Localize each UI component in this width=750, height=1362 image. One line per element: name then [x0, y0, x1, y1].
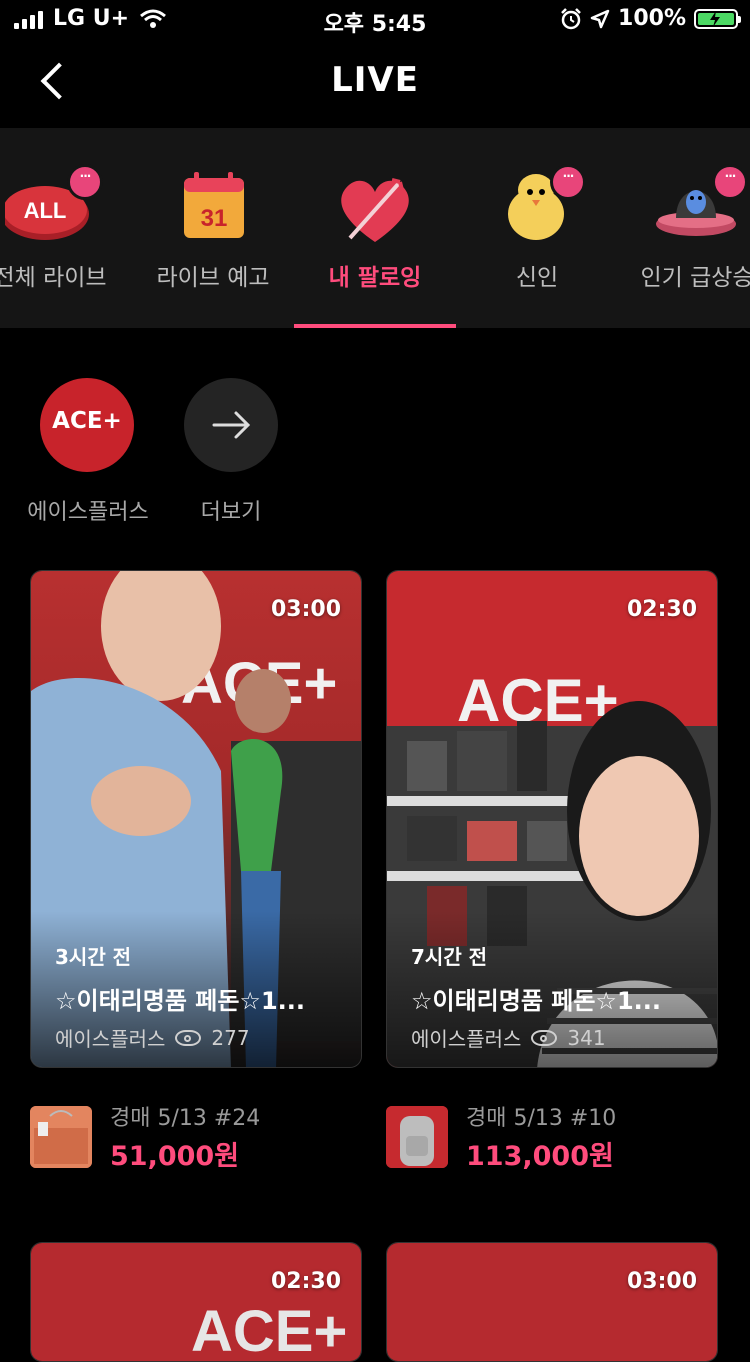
status-bar: LG U+ 오후 5:45 100% [0, 0, 750, 40]
more-label[interactable]: 더보기 [146, 494, 316, 526]
video-duration: 03:00 [270, 597, 341, 622]
eye-icon [531, 1029, 558, 1046]
tab-my-following[interactable]: 내 팔로잉 [295, 128, 455, 328]
active-tab-indicator [294, 324, 456, 328]
location-icon [590, 9, 610, 28]
arrow-right-icon [212, 411, 251, 439]
video-meta: 에이스플러스 341 [411, 1023, 606, 1052]
auction-price: 113,000원 [466, 1141, 614, 1172]
more-button[interactable] [184, 378, 278, 472]
auction-label: 경매 5/13 #24 [110, 1106, 261, 1131]
live-video-card[interactable]: ACE+ 03:00 3시간 전 ☆이태리명품 페돈☆1... 에이스플러스 2… [30, 570, 362, 1068]
video-duration: 02:30 [626, 597, 697, 622]
battery-percent: 100% [618, 6, 686, 31]
live-video-card[interactable]: ACE+ 02:30 7시간 전 ☆이태리명품 페돈☆1... 에이스플러스 3… [386, 570, 718, 1068]
svg-text:31: 31 [201, 205, 228, 232]
time-ago: 7시간 전 [411, 945, 488, 969]
tab-label: 인기 급상승 [640, 265, 750, 291]
video-thumbnail: ACE+ [31, 1243, 361, 1361]
chick-icon [492, 164, 586, 248]
category-tabs: ALL 전체 라이브 31 라이브 예고 내 팔로잉 [0, 128, 750, 328]
ufo-icon [652, 164, 748, 248]
video-title: ☆이태리명품 페돈☆1... [55, 987, 305, 1015]
product-thumbnail [30, 1106, 92, 1168]
heart-arrow-icon [330, 168, 420, 248]
tab-live-preview[interactable]: 31 라이브 예고 [133, 128, 293, 328]
video-meta: 에이스플러스 277 [55, 1023, 250, 1052]
alarm-icon [561, 7, 581, 29]
product-thumbnail [386, 1106, 448, 1168]
live-video-card[interactable]: 03:00 [386, 1242, 718, 1362]
auction-label: 경매 5/13 #10 [466, 1106, 617, 1131]
following-avatar-aceplus[interactable]: ACE+ [40, 378, 134, 472]
tab-trending[interactable]: 인기 급상승 [617, 128, 750, 328]
seller-name: 에이스플러스 [411, 1027, 522, 1051]
page-title: LIVE [331, 60, 419, 100]
eye-icon [175, 1029, 202, 1046]
calendar-icon: 31 [168, 168, 258, 248]
video-thumbnail [387, 1243, 717, 1361]
svg-text:ALL: ALL [24, 198, 67, 223]
svg-text:ACE+: ACE+ [191, 1299, 347, 1362]
video-title: ☆이태리명품 페돈☆1... [411, 987, 661, 1015]
view-count: 341 [567, 1025, 606, 1050]
video-duration: 02:30 [270, 1269, 341, 1294]
header: LIVE [0, 40, 750, 128]
tab-all-live[interactable]: ALL 전체 라이브 [0, 128, 130, 328]
time-ago: 3시간 전 [55, 945, 132, 969]
battery-icon [694, 8, 741, 29]
seller-name: 에이스플러스 [55, 1027, 166, 1051]
view-count: 277 [211, 1025, 250, 1050]
auction-price: 51,000원 [110, 1141, 240, 1172]
video-duration: 03:00 [626, 1269, 697, 1294]
all-icon: ALL [1, 164, 103, 248]
tab-newbie[interactable]: 신인 [457, 128, 617, 328]
live-video-card[interactable]: ACE+ 02:30 [30, 1242, 362, 1362]
